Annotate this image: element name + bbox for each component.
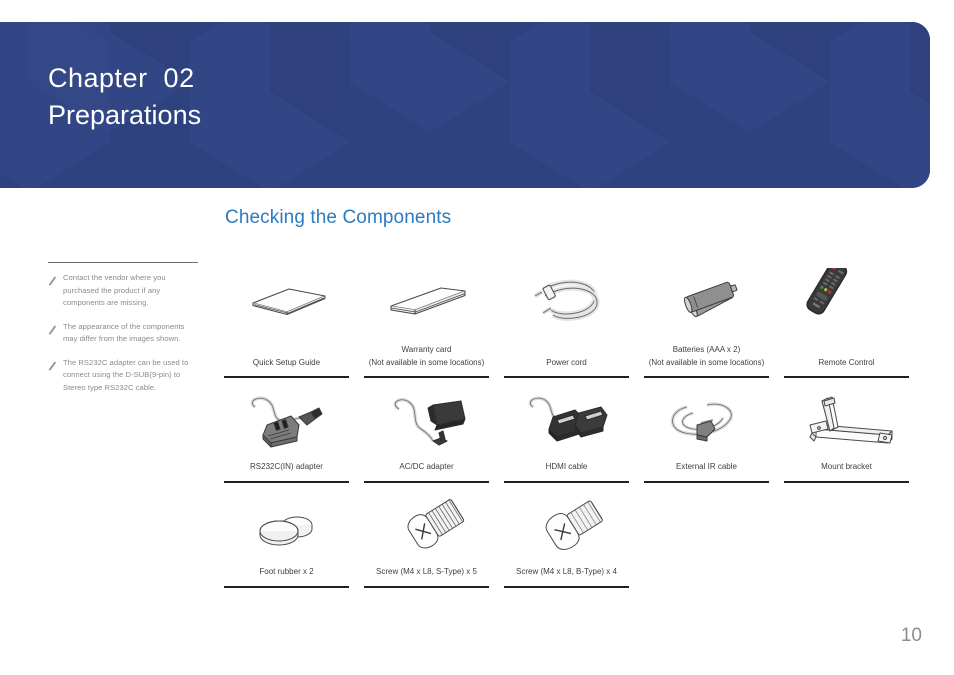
screw-b-type-icon xyxy=(504,493,629,565)
power-cord-icon xyxy=(504,262,629,336)
component-label: Batteries (AAA x 2) xyxy=(672,345,741,355)
component-label-block: Quick Setup Guide xyxy=(253,336,320,372)
note-item: Contact the vendor where you purchased t… xyxy=(48,272,200,310)
components-grid: Quick Setup Guide Warranty card (Not ava xyxy=(224,262,924,588)
component-label-block: HDMI cable xyxy=(546,460,588,476)
component-label: Remote Control xyxy=(818,358,875,368)
note-text: The appearance of the components may dif… xyxy=(63,321,185,344)
page-number: 10 xyxy=(900,625,922,646)
section-heading: Checking the Components xyxy=(225,207,452,228)
component-cell-foot-rubber: Foot rubber x 2 xyxy=(224,493,349,588)
warranty-card-icon xyxy=(364,262,489,336)
component-label-block: Remote Control xyxy=(818,336,874,372)
components-row: Quick Setup Guide Warranty card (Not ava xyxy=(224,262,924,378)
note-text: Contact the vendor where you purchased t… xyxy=(63,273,166,308)
component-cell-external-ir-cable: External IR cable xyxy=(644,388,769,483)
component-label-block: AC/DC adapter xyxy=(399,460,453,476)
chapter-banner: Chapter 02 Preparations xyxy=(0,22,930,188)
component-label: Quick Setup Guide xyxy=(252,358,321,368)
component-label-block: Foot rubber x 2 xyxy=(259,565,313,581)
external-ir-cable-icon xyxy=(644,388,769,460)
component-label: Foot rubber x 2 xyxy=(259,567,314,577)
component-cell-hdmi-cable: HDMI cable xyxy=(504,388,629,483)
pencil-icon xyxy=(48,322,60,340)
component-label-block: External IR cable xyxy=(676,460,737,476)
quick-setup-guide-icon xyxy=(224,262,349,336)
rs232c-adapter-icon xyxy=(224,388,349,460)
component-label-block: Screw (M4 x L8, B-Type) x 4 xyxy=(516,565,617,581)
note-text: The RS232C adapter can be used to connec… xyxy=(63,357,189,392)
chapter-label: Chapter 02 xyxy=(48,63,195,93)
component-cell-remote-control: Remote Control xyxy=(784,262,909,378)
component-label: Mount bracket xyxy=(821,462,872,472)
note-item: The appearance of the components may dif… xyxy=(48,321,200,346)
component-label: Power cord xyxy=(546,358,587,368)
mount-bracket-icon xyxy=(784,388,909,460)
ac-dc-adapter-icon xyxy=(364,388,489,460)
component-cell-quick-setup-guide: Quick Setup Guide xyxy=(224,262,349,378)
component-label: RS232C(IN) adapter xyxy=(250,462,323,472)
remote-control-icon xyxy=(784,262,909,336)
component-sublabel: (Not available in some locations) xyxy=(368,358,485,368)
component-cell-screw-s-type: Screw (M4 x L8, S-Type) x 5 xyxy=(364,493,489,588)
batteries-icon xyxy=(644,262,769,336)
hdmi-cable-icon xyxy=(504,388,629,460)
component-label: External IR cable xyxy=(676,462,737,472)
pencil-icon xyxy=(48,358,60,376)
pencil-icon xyxy=(48,273,60,291)
component-cell-power-cord: Power cord xyxy=(504,262,629,378)
component-cell-empty xyxy=(784,493,909,588)
component-cell-batteries: Batteries (AAA x 2) (Not available in so… xyxy=(644,262,769,378)
component-label: HDMI cable xyxy=(545,462,588,472)
component-cell-screw-b-type: Screw (M4 x L8, B-Type) x 4 xyxy=(504,493,629,588)
component-label: Screw (M4 x L8, B-Type) x 4 xyxy=(516,567,617,577)
component-cell-mount-bracket: Mount bracket xyxy=(784,388,909,483)
component-cell-empty xyxy=(644,493,769,588)
screw-s-type-icon xyxy=(364,493,489,565)
component-label-block: Mount bracket xyxy=(821,460,872,476)
component-label-block: Screw (M4 x L8, S-Type) x 5 xyxy=(376,565,477,581)
components-row: RS232C(IN) adapter AC/DC adapter HDMI ca… xyxy=(224,388,924,483)
notes-panel: Contact the vendor where you purchased t… xyxy=(48,262,200,405)
foot-rubber-icon xyxy=(224,493,349,565)
component-sublabel: (Not available in some locations) xyxy=(648,358,765,368)
component-label-block: Power cord xyxy=(546,336,586,372)
component-label: Warranty card xyxy=(401,345,452,355)
component-cell-ac-dc-adapter: AC/DC adapter xyxy=(364,388,489,483)
chapter-title: Preparations xyxy=(48,100,202,131)
component-cell-warranty-card: Warranty card (Not available in some loc… xyxy=(364,262,489,378)
component-label-block: RS232C(IN) adapter xyxy=(250,460,323,476)
component-cell-rs232c-adapter: RS232C(IN) adapter xyxy=(224,388,349,483)
note-item: The RS232C adapter can be used to connec… xyxy=(48,357,200,395)
notes-divider xyxy=(48,262,198,263)
components-row: Foot rubber x 2 Screw (M4 x L8, S-Type) … xyxy=(224,493,924,588)
component-label: Screw (M4 x L8, S-Type) x 5 xyxy=(376,567,477,577)
component-label: AC/DC adapter xyxy=(399,462,454,472)
component-label-block: Batteries (AAA x 2) (Not available in so… xyxy=(649,336,765,372)
component-label-block: Warranty card (Not available in some loc… xyxy=(369,336,485,372)
chapter-text-block: Chapter 02 Preparations xyxy=(48,60,201,134)
